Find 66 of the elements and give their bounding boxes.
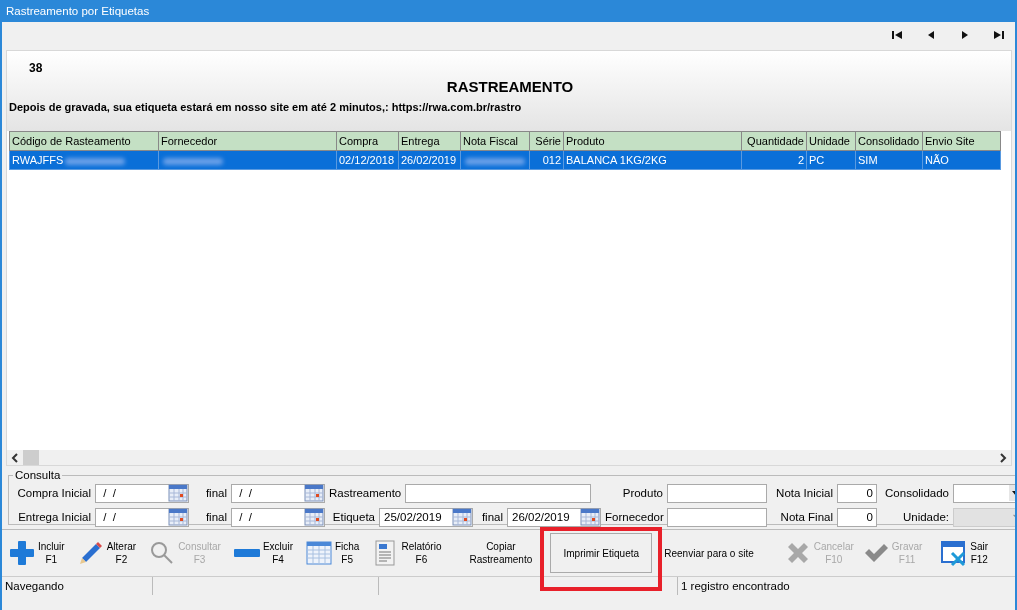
date-field[interactable]: 26/02/2019: [507, 507, 601, 527]
column-header[interactable]: Série: [529, 131, 564, 151]
calendar-icon[interactable]: [580, 508, 600, 526]
calendar-icon[interactable]: [452, 508, 472, 526]
text-field[interactable]: [667, 507, 767, 527]
left-arrow-icon: [891, 30, 903, 40]
dropdown-field[interactable]: [953, 483, 1015, 503]
toolbar-button[interactable]: Incluir F1: [8, 539, 65, 567]
toolbar-button[interactable]: Sair F12: [940, 539, 989, 567]
field-label: Rastreamento: [329, 487, 401, 499]
minus-icon: [232, 549, 261, 557]
table-row[interactable]: RWAJFFS 02/12/2018 26/02/2019 012 BALANCA 1KG/2KG 2 PC SIM NÃO: [9, 150, 1001, 170]
column-header[interactable]: Compra: [336, 131, 399, 151]
status-text: Navegando: [4, 579, 65, 594]
calendar-icon[interactable]: [168, 484, 188, 502]
column-header[interactable]: Unidade: [806, 131, 856, 151]
date-field[interactable]: / /: [95, 507, 189, 527]
date-field[interactable]: 25/02/2019: [379, 507, 473, 527]
toolbar-button[interactable]: Ficha F5: [304, 539, 360, 567]
column-header[interactable]: Produto: [563, 131, 742, 151]
date-field[interactable]: / /: [95, 483, 189, 503]
toolbar-button[interactable]: Relatório F6: [371, 539, 442, 567]
field-label: Compra Inicial: [16, 487, 91, 499]
date-field[interactable]: / /: [231, 507, 325, 527]
notice-text: Depois de gravada, sua etiqueta estará em nosso site em até 2 minutos,: https://rwa.com.br/rastro: [9, 101, 523, 113]
resend-button[interactable]: Reenviar para o site: [664, 547, 754, 559]
field-label: Entrega Inicial: [17, 511, 91, 523]
column-header[interactable]: Nota Fiscal: [460, 131, 530, 151]
field-label: final: [204, 511, 227, 523]
record-number: 38: [29, 61, 43, 75]
column-header[interactable]: Código de Rasteamento: [9, 131, 159, 151]
calendar-icon[interactable]: [168, 508, 188, 526]
date-field[interactable]: / /: [231, 483, 325, 503]
field-label: Produto: [621, 487, 663, 499]
horizontal-scrollbar[interactable]: [7, 450, 1011, 465]
number-field[interactable]: 0: [837, 507, 877, 527]
field-label: final: [204, 487, 227, 499]
text-field[interactable]: [405, 483, 591, 503]
print-label-button[interactable]: Imprimir Etiqueta: [550, 533, 653, 573]
form-heading: RASTREAMENTO: [446, 78, 574, 95]
column-header[interactable]: Quantidade: [741, 131, 807, 151]
toolbar-button[interactable]: Alterar F2: [76, 539, 137, 567]
field-label: final: [480, 511, 503, 523]
calendar-icon: [304, 539, 333, 567]
column-header[interactable]: Fornecedor: [158, 131, 337, 151]
copy-tracking-button[interactable]: Copiar Rastreamento: [469, 540, 533, 566]
field-label: Etiqueta: [331, 511, 375, 523]
field-label: Consolidado: [884, 487, 949, 499]
plus-icon: [8, 539, 36, 567]
column-header[interactable]: Consolidado: [855, 131, 923, 151]
field-label: Unidade:: [901, 511, 949, 523]
status-text: 1 registro encontrado: [677, 577, 1015, 595]
group-title: Consulta: [14, 469, 62, 481]
calendar-icon[interactable]: [304, 484, 324, 502]
column-header[interactable]: Entrega: [398, 131, 461, 151]
toolbar-button[interactable]: Excluir F4: [232, 540, 293, 566]
field-label: Nota Final: [779, 511, 833, 523]
window-title: Rastreamento por Etiquetas: [6, 5, 150, 17]
scroll-thumb[interactable]: [23, 450, 39, 465]
column-header[interactable]: Envio Site: [922, 131, 1001, 151]
number-field[interactable]: 0: [837, 483, 877, 503]
right-arrow-icon: [993, 30, 1005, 40]
field-label: Nota Inicial: [775, 487, 833, 499]
calendar-icon[interactable]: [304, 508, 324, 526]
text-field[interactable]: [667, 483, 767, 503]
field-label: Fornecedor: [605, 511, 663, 523]
